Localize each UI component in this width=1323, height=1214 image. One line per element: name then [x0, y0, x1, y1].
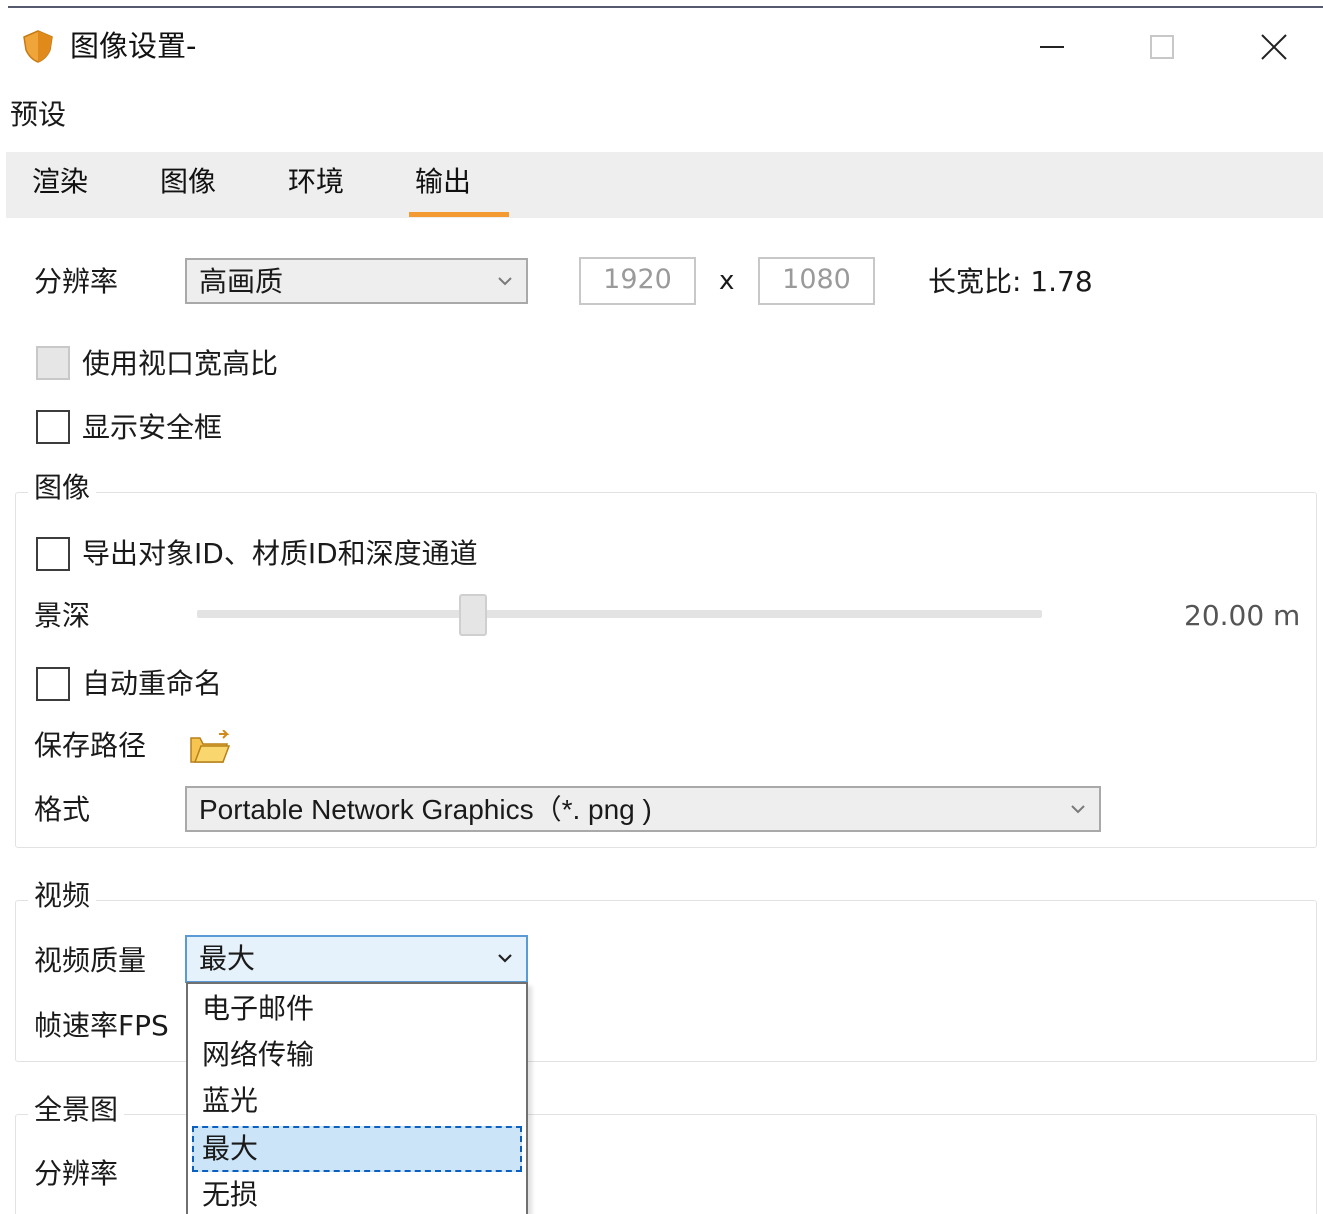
chevron-down-icon — [498, 954, 512, 963]
chevron-down-icon — [498, 277, 512, 286]
aspect-ratio-label: 长宽比: 1.78 — [928, 265, 1093, 298]
export-ids-checkbox[interactable] — [36, 537, 70, 571]
active-tab-indicator — [409, 212, 509, 217]
resolution-label: 分辨率 — [34, 265, 119, 298]
image-group-title: 图像 — [28, 470, 97, 506]
option-label: 最大 — [202, 1132, 259, 1165]
depth-of-field-value: 20.00 m — [1184, 599, 1301, 632]
window-title: 图像设置- — [70, 29, 197, 63]
format-select[interactable]: Portable Network Graphics（*. png ) — [185, 786, 1101, 832]
option-label: 无损 — [202, 1178, 259, 1211]
depth-of-field-slider-track[interactable] — [197, 610, 1042, 618]
tab-environment[interactable]: 环境 — [288, 162, 344, 202]
video-quality-label: 视频质量 — [34, 944, 147, 977]
save-path-label: 保存路径 — [34, 729, 147, 762]
dropdown-option-max[interactable]: 最大 — [192, 1126, 522, 1172]
tab-output[interactable]: 输出 — [415, 162, 471, 202]
close-icon — [1261, 34, 1287, 60]
dropdown-option-bluray[interactable]: 蓝光 — [192, 1078, 522, 1124]
depth-of-field-label: 景深 — [34, 599, 91, 632]
show-safe-frame-label: 显示安全框 — [82, 411, 223, 444]
title-bar: 图像设置- — [8, 8, 1323, 84]
export-ids-label: 导出对象ID、材质ID和深度通道 — [82, 537, 478, 570]
option-label: 蓝光 — [202, 1084, 259, 1117]
resolution-height-value: 1080 — [782, 264, 851, 295]
tab-bar: 渲染 图像 环境 输出 — [6, 152, 1323, 218]
panorama-resolution-label: 分辨率 — [34, 1157, 119, 1190]
resolution-preset-value: 高画质 — [199, 265, 284, 298]
dropdown-option-lossless[interactable]: 无损 — [192, 1172, 522, 1214]
resolution-separator: x — [719, 266, 735, 296]
resolution-width-field[interactable]: 1920 — [579, 257, 696, 305]
minimize-icon — [1040, 46, 1064, 48]
video-quality-select[interactable]: 最大 — [185, 935, 528, 983]
option-label: 网络传输 — [202, 1038, 315, 1071]
open-folder-icon[interactable] — [189, 730, 231, 766]
chevron-down-icon — [1071, 805, 1085, 814]
dropdown-option-web[interactable]: 网络传输 — [192, 1032, 522, 1078]
resolution-height-field[interactable]: 1080 — [758, 257, 875, 305]
resolution-width-value: 1920 — [603, 264, 672, 295]
maximize-button[interactable] — [1126, 22, 1198, 72]
maximize-icon — [1150, 35, 1174, 59]
tab-render[interactable]: 渲染 — [32, 162, 88, 202]
panorama-group-title: 全景图 — [28, 1092, 125, 1128]
video-quality-value: 最大 — [199, 942, 256, 975]
dropdown-option-email[interactable]: 电子邮件 — [192, 986, 522, 1032]
video-quality-dropdown-list: 电子邮件 网络传输 蓝光 最大 无损 — [186, 982, 528, 1214]
format-label: 格式 — [34, 793, 91, 826]
format-value: Portable Network Graphics（*. png ) — [199, 794, 652, 825]
use-viewport-aspect-label: 使用视口宽高比 — [82, 347, 279, 380]
auto-rename-label: 自动重命名 — [82, 667, 223, 700]
resolution-preset-select[interactable]: 高画质 — [185, 258, 528, 304]
menu-item-presets[interactable]: 预设 — [10, 96, 66, 134]
depth-of-field-slider-handle[interactable] — [459, 594, 487, 636]
use-viewport-aspect-checkbox[interactable] — [36, 346, 70, 380]
tab-image[interactable]: 图像 — [160, 162, 216, 202]
minimize-button[interactable] — [1016, 22, 1088, 72]
show-safe-frame-checkbox[interactable] — [36, 410, 70, 444]
app-shield-icon — [23, 30, 53, 63]
video-group-title: 视频 — [28, 878, 97, 914]
auto-rename-checkbox[interactable] — [36, 667, 70, 701]
option-label: 电子邮件 — [202, 992, 315, 1025]
close-button[interactable] — [1238, 22, 1310, 72]
fps-label: 帧速率FPS — [34, 1009, 169, 1042]
